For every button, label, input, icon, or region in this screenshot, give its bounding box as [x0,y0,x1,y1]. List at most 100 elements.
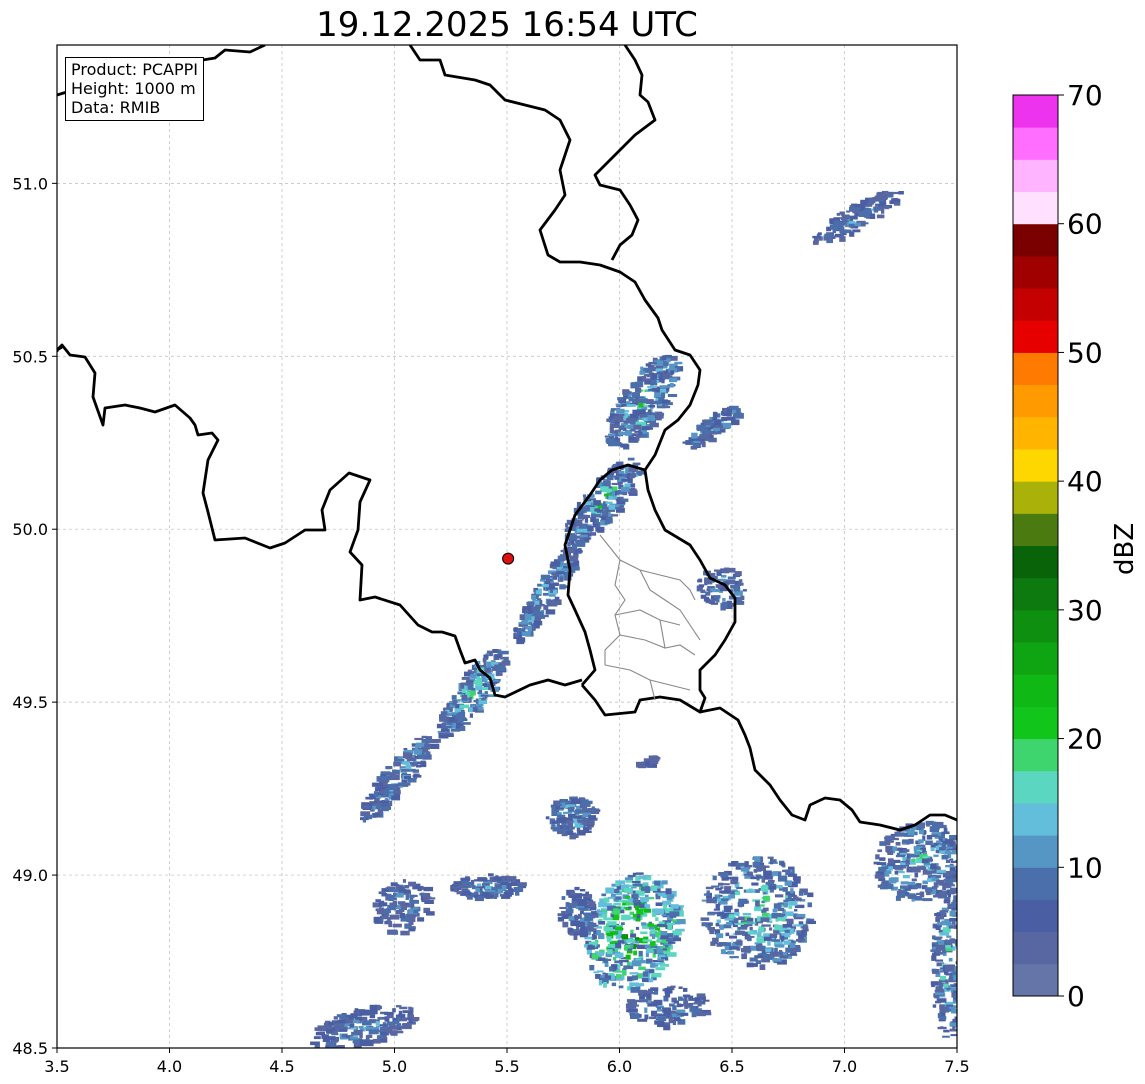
colorbar-segment [1013,448,1058,482]
echo-cell [577,514,587,519]
echo-cell [785,911,794,917]
echo-cell [701,441,706,448]
echo-cell [545,578,553,582]
echo-cell [736,886,743,889]
echo-cell [647,923,654,927]
echo-cell [858,211,868,217]
echo-cell [597,970,604,973]
echo-cell [574,915,579,921]
echo-cell [607,896,616,899]
echo-cell [373,1038,381,1044]
echo-cell [666,952,677,957]
echo-cell [642,971,649,977]
echo-cell [728,894,736,899]
echo-cell [738,898,748,904]
x-tick-label: 3.5 [44,1057,69,1076]
echo-cell [881,208,885,214]
echo-cell [667,894,675,899]
echo-cell [362,817,367,823]
echo-cell [708,437,717,443]
colorbar-segment [1013,223,1058,257]
echo-cell [771,939,781,942]
echo-cell [462,891,472,896]
echo-cell [388,897,394,901]
echo-cell [386,766,391,770]
echo-cell [906,830,913,833]
echo-cell [783,902,788,908]
echo-cell [724,886,732,891]
echo-cell [588,808,592,811]
echo-cell [875,854,880,860]
echo-cell [651,412,657,415]
echo-cell [452,700,457,706]
echo-cell [596,926,602,929]
echo-cell [771,859,777,863]
echo-cell [501,660,511,666]
echo-cell [452,722,456,729]
echo-cell [632,913,637,918]
echo-cell [403,748,408,751]
echo-cell [955,865,957,872]
echo-cell [554,596,560,601]
echo-cell [696,424,706,431]
echo-cell [373,791,379,797]
echo-cell [708,431,716,435]
echo-cell [614,421,620,425]
echo-cell [628,436,636,441]
echo-cell [517,882,527,887]
echo-cell [578,907,588,911]
echo-cell [609,931,619,935]
echo-cell [603,480,611,486]
echo-cell [681,998,687,1001]
echo-cell [528,626,532,632]
echo-cell [627,948,633,951]
echo-cell [482,883,490,886]
echo-cell [615,403,622,406]
echo-cell [551,805,555,812]
colorbar-segment [1013,802,1058,836]
echo-cell [877,849,883,853]
echo-cell [938,846,947,850]
echo-cell [372,805,377,810]
echo-cell [453,881,461,885]
colorbar-segment [1013,835,1058,868]
echo-cell [630,933,637,938]
echo-cell [654,908,664,915]
echo-cell [522,627,526,632]
echo-cell [851,203,858,206]
echo-cell [693,440,701,443]
echo-cell [829,218,835,225]
echo-cell [787,895,792,901]
y-tick-label: 50.0 [12,520,48,539]
echo-cell [661,392,666,398]
echo-cell [716,919,721,923]
echo-cell [949,858,954,861]
echo-cell [793,896,799,901]
echo-cell [614,960,622,964]
echo-cell [936,944,946,951]
echo-cell [657,1022,664,1028]
colorbar-segment [1013,95,1058,128]
echo-cell [923,898,933,901]
echo-cell [958,953,964,958]
echo-cell [641,922,647,926]
echo-cell [500,650,509,655]
echo-cell [756,944,760,951]
echo-cell [655,927,660,931]
echo-cell [807,892,814,898]
echo-cell [736,911,740,917]
echo-cell [763,892,767,895]
echo-cell [935,845,939,851]
echo-cell [719,894,723,897]
echo-cell [329,1041,335,1048]
echo-cell [939,1016,947,1020]
echo-cell [608,504,616,510]
echo-cell [598,921,606,925]
echo-cell [772,958,782,962]
echo-cell [884,205,890,210]
echo-cell [925,887,933,893]
echo-cell [750,876,760,880]
colorbar-tick-label: 60 [1067,208,1103,241]
echo-cell [551,824,556,827]
echo-cell [475,887,480,893]
